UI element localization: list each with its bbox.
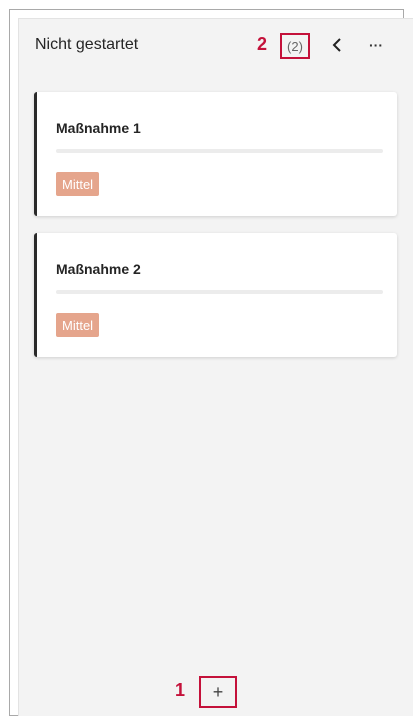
priority-badge: Mittel [56,172,100,196]
callout-marker-2: 2 [257,34,268,54]
callout-marker-1: 1 [175,680,186,700]
progress-bar [56,290,383,294]
chevron-left-glyph [332,38,341,52]
add-task-button[interactable]: + [199,676,237,708]
card-title: Maßnahme 1 [56,120,141,136]
more-options-button[interactable]: ··· [365,32,387,58]
chevron-left-icon[interactable] [327,32,347,58]
column-header: Nicht gestartet 2 (2) ··· [35,30,395,60]
priority-badge: Mittel [56,313,100,337]
item-count: (2) [280,33,310,59]
card-title: Maßnahme 2 [56,261,141,277]
progress-bar [56,149,383,153]
plus-icon: + [212,681,224,702]
column-title: Nicht gestartet [35,36,139,53]
task-card[interactable]: Maßnahme 2 Mittel [34,233,397,357]
task-card[interactable]: Maßnahme 1 Mittel [34,92,397,216]
